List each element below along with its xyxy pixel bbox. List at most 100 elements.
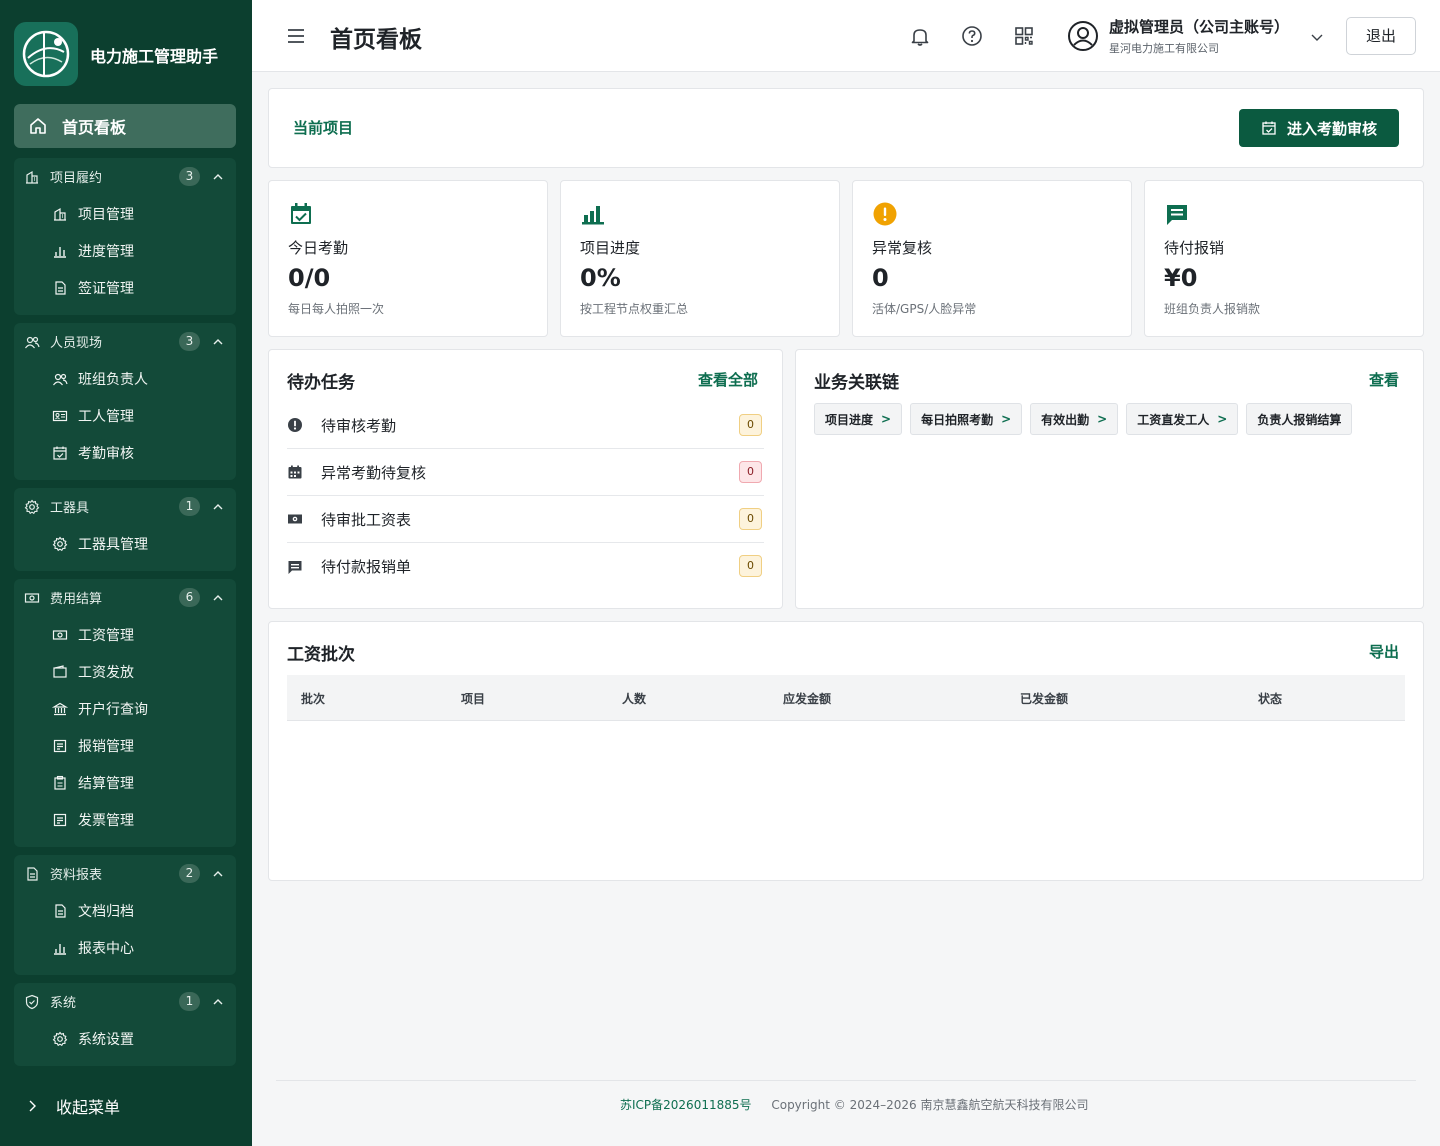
help-icon[interactable]: [961, 25, 983, 47]
nav-item-document-archive[interactable]: 文档归档: [14, 892, 236, 929]
gear-icon: [24, 499, 40, 515]
stat-description: 班组负责人报销款: [1164, 302, 1261, 316]
chevron-up-icon[interactable]: [212, 996, 224, 1008]
nav-group-header[interactable]: 项目履约 3: [14, 158, 236, 195]
column-header-project[interactable]: 项目: [461, 690, 485, 707]
nav-item-invoice[interactable]: 发票管理: [14, 801, 236, 838]
collapse-menu-button[interactable]: 收起菜单: [26, 1094, 120, 1118]
nav-item-project-management[interactable]: 项目管理: [14, 195, 236, 232]
nav-item-wage-payment[interactable]: 工资发放: [14, 653, 236, 690]
todo-item[interactable]: 待审核考勤 0: [287, 402, 764, 449]
enter-attendance-review-label: 进入考勤审核: [1286, 119, 1377, 138]
nav-item-label: 文档归档: [78, 903, 134, 920]
enter-attendance-review-button[interactable]: 进入考勤审核: [1239, 109, 1399, 147]
building-icon: [24, 169, 40, 185]
chevron-up-icon[interactable]: [212, 171, 224, 183]
nav-item-visa-management[interactable]: 签证管理: [14, 269, 236, 306]
chain-chip-label: 每日拍照考勤: [921, 412, 994, 427]
nav-group-label: 费用结算: [50, 592, 103, 607]
column-header-headcount[interactable]: 人数: [622, 690, 646, 707]
stat-card-reimbursement[interactable]: 待付报销 ¥0 班组负责人报销款: [1144, 180, 1424, 337]
chevron-up-icon[interactable]: [212, 501, 224, 513]
logout-button[interactable]: 退出: [1346, 17, 1416, 55]
nav-group-header[interactable]: 人员现场 3: [14, 323, 236, 360]
stat-description: 按工程节点权重汇总: [580, 302, 689, 316]
chevron-up-icon[interactable]: [212, 868, 224, 880]
stat-description: 每日每人拍照一次: [288, 302, 385, 316]
count-badge: 2: [179, 864, 200, 883]
user-company: 星河电力施工有限公司: [1109, 42, 1219, 55]
column-header-batch[interactable]: 批次: [301, 690, 325, 707]
menu-toggle-icon[interactable]: [286, 26, 306, 46]
stat-value: 0/0: [288, 264, 331, 292]
nav-item-label: 工资管理: [78, 627, 134, 644]
column-header-paid[interactable]: 已发金额: [1020, 690, 1068, 707]
nav-item-label: 班组负责人: [78, 371, 148, 388]
avatar: [1067, 20, 1099, 52]
stat-label: 待付报销: [1164, 239, 1225, 257]
chain-chip[interactable]: 有效出勤 >: [1030, 403, 1119, 435]
chevron-up-icon[interactable]: [212, 592, 224, 604]
count-badge: 3: [179, 167, 200, 186]
chevron-down-icon[interactable]: [1310, 30, 1324, 44]
view-link[interactable]: 查看: [1369, 369, 1399, 390]
view-all-link[interactable]: 查看全部: [698, 369, 758, 390]
nav-item-progress-management[interactable]: 进度管理: [14, 232, 236, 269]
nav-item-label: 工人管理: [78, 408, 134, 425]
sidebar: 电力施工管理助手 首页看板 项目履约 3 项目管理 进度管理 签证管理 人员现场…: [0, 0, 252, 1146]
nav-item-system-settings[interactable]: 系统设置: [14, 1020, 236, 1057]
nav-group-tools: 工器具 1 工器具管理: [14, 488, 236, 571]
nav-group-header[interactable]: 费用结算 6: [14, 579, 236, 616]
bell-icon[interactable]: [909, 25, 931, 47]
nav-group-header[interactable]: 工器具 1: [14, 488, 236, 525]
column-header-payable[interactable]: 应发金额: [783, 690, 831, 707]
nav-item-wage-management[interactable]: 工资管理: [14, 616, 236, 653]
qr-code-icon[interactable]: [1013, 25, 1035, 47]
stat-card-attendance[interactable]: 今日考勤 0/0 每日每人拍照一次: [268, 180, 548, 337]
stat-label: 今日考勤: [288, 239, 349, 257]
chain-chip[interactable]: 每日拍照考勤 >: [910, 403, 1023, 435]
page-title: 首页看板: [330, 27, 422, 53]
nav-group-label: 人员现场: [50, 336, 103, 351]
nav-item-settlement[interactable]: 结算管理: [14, 764, 236, 801]
receipt-icon: [52, 738, 68, 754]
nav-item-report-center[interactable]: 报表中心: [14, 929, 236, 966]
column-header-status[interactable]: 状态: [1258, 690, 1282, 707]
nav-item-label: 考勤审核: [78, 445, 134, 462]
cash-icon: [287, 511, 303, 527]
current-project-label[interactable]: 当前项目: [293, 117, 353, 138]
nav-home[interactable]: 首页看板: [14, 104, 236, 148]
chain-chip[interactable]: 负责人报销结算: [1246, 403, 1353, 435]
nav-group-header[interactable]: 系统 1: [14, 983, 236, 1020]
stat-card-exception[interactable]: 异常复核 0 活体/GPS/人脸异常: [852, 180, 1132, 337]
chain-chip[interactable]: 工资直发工人 >: [1126, 403, 1239, 435]
export-link[interactable]: 导出: [1369, 641, 1399, 662]
nav-item-attendance-review[interactable]: 考勤审核: [14, 434, 236, 471]
nav-item-label: 项目管理: [78, 206, 134, 223]
nav-item-bank-query[interactable]: 开户行查询: [14, 690, 236, 727]
chevron-up-icon[interactable]: [212, 336, 224, 348]
stat-value: 0: [872, 264, 889, 292]
home-icon: [28, 116, 48, 136]
stat-value: 0%: [580, 264, 621, 292]
chain-chip[interactable]: 项目进度 >: [814, 403, 903, 435]
nav-item-reimbursement[interactable]: 报销管理: [14, 727, 236, 764]
nav-item-worker-management[interactable]: 工人管理: [14, 397, 236, 434]
user-name: 虚拟管理员（公司主账号）: [1109, 18, 1290, 36]
todo-count-badge: 0: [739, 461, 762, 483]
top-header: 首页看板 虚拟管理员（公司主账号） 星河电力施工有限公司 退出: [252, 0, 1440, 72]
footer-divider: [276, 1080, 1416, 1081]
brand-name: 电力施工管理助手: [90, 47, 219, 66]
todo-item[interactable]: 待审批工资表 0: [287, 496, 764, 543]
nav-item-tool-management[interactable]: 工器具管理: [14, 525, 236, 562]
icp-link[interactable]: 苏ICP备2026011885号: [620, 1098, 752, 1112]
stat-card-progress[interactable]: 项目进度 0% 按工程节点权重汇总: [560, 180, 840, 337]
nav-group-label: 项目履约: [50, 171, 103, 186]
warning-icon: [872, 201, 898, 227]
todo-item[interactable]: 待付款报销单 0: [287, 543, 764, 590]
nav-item-label: 开户行查询: [78, 701, 148, 718]
nav-item-team-leader[interactable]: 班组负责人: [14, 360, 236, 397]
nav-group-header[interactable]: 资料报表 2: [14, 855, 236, 892]
nav-group-label: 资料报表: [50, 868, 103, 883]
todo-item[interactable]: 异常考勤待复核 0: [287, 449, 764, 496]
